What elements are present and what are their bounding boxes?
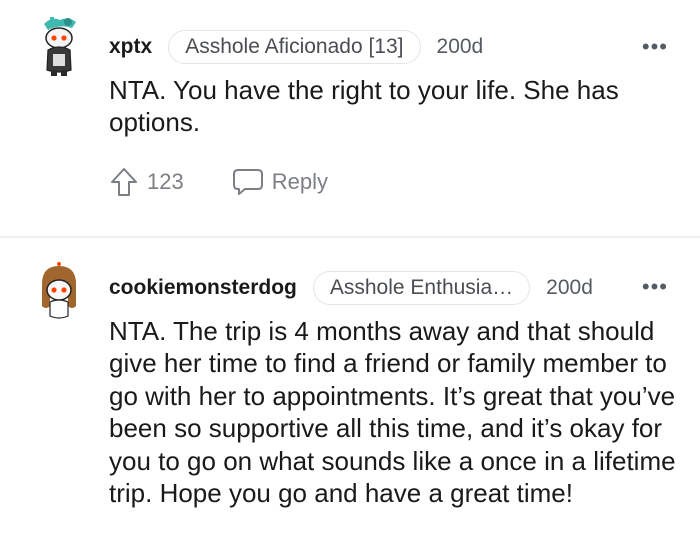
more-options-icon[interactable]: ••• bbox=[642, 36, 668, 58]
comment: cookiemonsterdog Asshole Enthusia… 200d … bbox=[0, 238, 700, 556]
comment-header: cookiemonsterdog Asshole Enthusia… 200d bbox=[109, 270, 670, 306]
reply-label: Reply bbox=[271, 169, 328, 194]
upvote-count: 123 bbox=[147, 169, 184, 194]
more-options-icon[interactable]: ••• bbox=[642, 276, 668, 298]
comment-age: 200d bbox=[546, 276, 593, 299]
upvote-arrow-icon bbox=[111, 168, 137, 196]
user-avatar-icon[interactable] bbox=[38, 14, 80, 76]
comment-body: NTA. You have the right to your life. Sh… bbox=[109, 75, 619, 138]
upvote-button[interactable]: 123 bbox=[109, 166, 184, 198]
comment-body: NTA. The trip is 4 months away and that … bbox=[109, 316, 676, 509]
username-link[interactable]: cookiemonsterdog bbox=[109, 276, 297, 300]
comment: xptx Asshole Aficionado [13] 200d ••• NT… bbox=[0, 0, 700, 236]
user-flair-badge: Asshole Enthusia… bbox=[312, 271, 531, 305]
reply-button[interactable]: Reply bbox=[232, 167, 328, 197]
reply-bubble-icon bbox=[232, 169, 263, 195]
comment-header: xptx Asshole Aficionado [13] 200d bbox=[109, 29, 670, 65]
comment-actions: 123 Reply bbox=[109, 164, 328, 200]
comment-age: 200d bbox=[436, 35, 484, 58]
user-flair-badge: Asshole Aficionado [13] bbox=[168, 30, 421, 64]
username-link[interactable]: xptx bbox=[109, 35, 152, 59]
user-avatar-icon[interactable] bbox=[38, 262, 80, 320]
